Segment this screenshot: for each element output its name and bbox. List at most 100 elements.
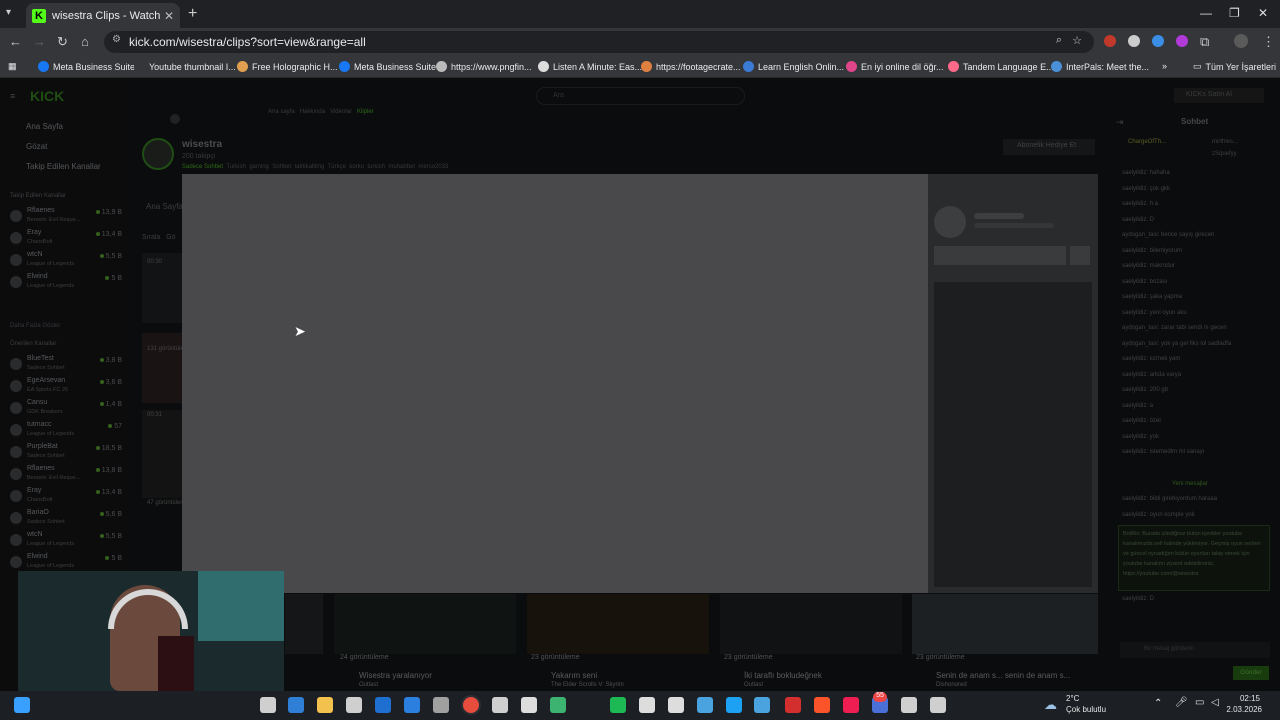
- channel-avatar[interactable]: [142, 138, 174, 170]
- recommended-channel[interactable]: BariaO Sadece Sohbet 5,6 B: [10, 509, 122, 529]
- clip-thumbnail[interactable]: [142, 410, 182, 498]
- windows-taskbar-icon[interactable]: [14, 697, 30, 713]
- close-window-button[interactable]: ✕: [1258, 6, 1268, 20]
- bookmark-item[interactable]: Learn English Onlin...: [743, 61, 844, 72]
- followed-channel[interactable]: Eray ChaosBolt 13,4 B: [10, 229, 122, 249]
- outlook-taskbar-icon[interactable]: [375, 697, 391, 713]
- unity-taskbar-icon[interactable]: [668, 697, 684, 713]
- clip-title[interactable]: Wisestra yaralanıyor: [359, 671, 432, 680]
- show-more-link[interactable]: Daha Fazla Göster: [10, 323, 60, 329]
- obs-taskbar-icon[interactable]: [639, 697, 655, 713]
- clip-thumbnail[interactable]: [142, 333, 182, 403]
- microphone-icon[interactable]: 🎤︎: [1175, 697, 1188, 708]
- bookmark-item[interactable]: Tandem Language E...: [948, 61, 1054, 72]
- followed-channel[interactable]: wtcN League of Legends 5,5 B: [10, 251, 122, 271]
- bookmark-item[interactable]: Meta Business Suite: [38, 61, 135, 72]
- more-bookmarks-icon[interactable]: »: [1162, 61, 1167, 71]
- explorer-taskbar-icon[interactable]: [317, 697, 333, 713]
- followed-channel[interactable]: Rflaenes Berserk: Evil Reque... 13,9 B: [10, 207, 122, 227]
- opera-taskbar-icon[interactable]: [785, 697, 801, 713]
- new-tab-button[interactable]: +: [188, 5, 197, 23]
- clock-date[interactable]: 2.03.2026: [1220, 705, 1262, 714]
- steam-taskbar-icon[interactable]: [492, 697, 508, 713]
- extension-icon[interactable]: [1176, 35, 1188, 47]
- site-info-icon[interactable]: ⚙: [112, 34, 121, 45]
- bookmark-item[interactable]: https://www.pngfin...: [436, 61, 532, 72]
- messenger-taskbar-icon[interactable]: [754, 697, 770, 713]
- active-tab[interactable]: K wisestra Clips - Watch Live on K ✕: [26, 3, 180, 28]
- clock-time[interactable]: 02:15: [1220, 694, 1260, 703]
- address-bar[interactable]: ⚙ kick.com/wisestra/clips?sort=view&rang…: [104, 31, 1094, 53]
- clip-title[interactable]: İki taraflı bokludeğnek: [744, 671, 822, 680]
- top-gifter[interactable]: mirthles...: [1212, 139, 1238, 145]
- recommended-channel[interactable]: wtcN League of Legends 5,5 B: [10, 531, 122, 551]
- menu-icon[interactable]: ≡: [10, 91, 15, 101]
- clip-thumbnail[interactable]: [285, 594, 323, 654]
- globe-taskbar-icon[interactable]: [697, 697, 713, 713]
- bookmark-item[interactable]: https://footagecrate...: [641, 61, 741, 72]
- extension-icon[interactable]: [1128, 35, 1140, 47]
- menu-dots-icon[interactable]: ⋮: [1262, 34, 1275, 50]
- recommended-channel[interactable]: PurpleBat Sadece Sohbet 18,5 B: [10, 443, 122, 463]
- clip-thumbnail[interactable]: [334, 594, 516, 654]
- extension-icon[interactable]: [1152, 35, 1164, 47]
- volume-icon[interactable]: ◁: [1211, 697, 1219, 708]
- store-taskbar-icon[interactable]: [346, 697, 362, 713]
- weather-icon[interactable]: ☁: [1044, 697, 1057, 713]
- close-tab-icon[interactable]: ✕: [164, 9, 174, 23]
- calculator-taskbar-icon[interactable]: [433, 697, 449, 713]
- edge-taskbar-icon[interactable]: [288, 697, 304, 713]
- twitter-taskbar-icon[interactable]: [726, 697, 742, 713]
- search-taskbar-icon[interactable]: [260, 697, 276, 713]
- network-icon[interactable]: ▭: [1195, 697, 1204, 708]
- profile-avatar[interactable]: [1234, 34, 1248, 48]
- reload-icon[interactable]: ↻: [57, 34, 68, 50]
- recommended-channel[interactable]: Cansu GDK Breakers 1,4 B: [10, 399, 122, 419]
- clip-title[interactable]: Senin de anam s... senin de anam s...: [936, 671, 1070, 680]
- app-taskbar-icon[interactable]: [901, 697, 917, 713]
- gift-subscription-button[interactable]: Abonelik Hediye Et: [1003, 139, 1095, 155]
- forward-icon[interactable]: →: [33, 34, 46, 49]
- channel-tabs[interactable]: Ana sayfa Hakkında Videolar Klipler: [268, 109, 374, 115]
- chat-input[interactable]: Bir mesaj gönderin: [1120, 642, 1270, 658]
- bookmark-star-icon[interactable]: ☆: [1072, 34, 1082, 47]
- xbox-taskbar-icon[interactable]: [550, 697, 566, 713]
- top-gifter[interactable]: ChargeOfTh...: [1128, 139, 1166, 145]
- weather-temp[interactable]: 2°C: [1066, 694, 1079, 703]
- send-button[interactable]: Gönder: [1233, 666, 1269, 680]
- bookmark-item[interactable]: Free Holographic H...: [237, 61, 338, 72]
- recommended-channel[interactable]: Eray ChaosBolt 13,4 B: [10, 487, 122, 507]
- recommended-channel[interactable]: BlueTest Sadece Sohbet 3,8 B: [10, 355, 122, 375]
- tab-search-icon[interactable]: ▾: [6, 7, 11, 18]
- steam2-taskbar-icon[interactable]: [930, 697, 946, 713]
- chrome-taskbar-icon[interactable]: [463, 697, 479, 713]
- bookmark-item[interactable]: Youtube thumbnail I...: [134, 61, 236, 72]
- bookmark-item[interactable]: Meta Business Suite: [339, 61, 436, 72]
- recommended-channel[interactable]: EgeArsevan EA Sports FC 26 3,6 B: [10, 377, 122, 397]
- brave-taskbar-icon[interactable]: [814, 697, 830, 713]
- clip-title[interactable]: Yakarım seni: [551, 671, 597, 680]
- all-bookmarks-folder[interactable]: ▭ Tüm Yer İşaretleri: [1193, 61, 1276, 72]
- minimize-button[interactable]: —: [1200, 6, 1212, 20]
- maximize-button[interactable]: ❐: [1229, 6, 1240, 20]
- clip-thumbnail[interactable]: [527, 594, 709, 654]
- extensions-puzzle-icon[interactable]: ⧉: [1200, 34, 1209, 50]
- recommended-channel[interactable]: Elwind League of Legends 5 B: [10, 553, 122, 573]
- nav-home[interactable]: Ana Sayfa: [26, 122, 63, 131]
- bookmark-item[interactable]: En iyi online dil öğr...: [846, 61, 944, 72]
- apps-grid-icon[interactable]: ▦: [8, 61, 17, 72]
- extension-icon[interactable]: [1104, 35, 1116, 47]
- weather-desc[interactable]: Çok bulutlu: [1066, 705, 1106, 714]
- recommended-channel[interactable]: tutmacc League of Legends 57: [10, 421, 122, 441]
- zoom-icon[interactable]: ⌕: [1056, 34, 1062, 47]
- outlook2-taskbar-icon[interactable]: [404, 697, 420, 713]
- nav-browse[interactable]: Gözat: [26, 142, 47, 151]
- nav-following[interactable]: Takip Edilen Kanallar: [26, 162, 101, 171]
- kick-logo[interactable]: KICK: [30, 88, 64, 104]
- epic-taskbar-icon[interactable]: [521, 697, 537, 713]
- tiktok-taskbar-icon[interactable]: [843, 697, 859, 713]
- sort-label[interactable]: Sırala Gö: [142, 234, 175, 241]
- bookmark-item[interactable]: InterPals: Meet the...: [1051, 61, 1149, 72]
- home-icon[interactable]: ⌂: [81, 34, 89, 49]
- followed-channel[interactable]: Elwind League of Legends 5 B: [10, 273, 122, 293]
